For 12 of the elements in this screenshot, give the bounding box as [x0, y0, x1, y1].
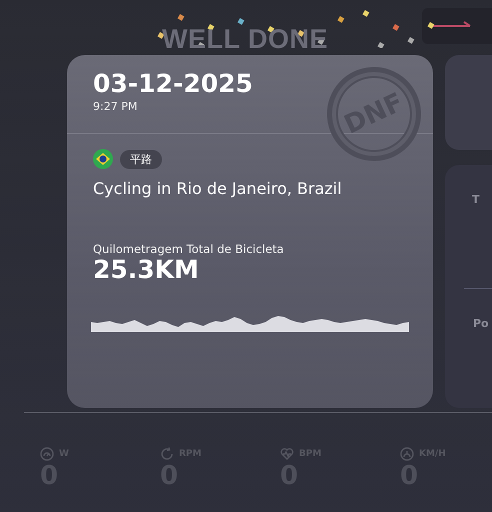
terrain-tag: 平路 [120, 150, 162, 168]
activity-title: Cycling in Rio de Janeiro, Brazil [93, 179, 343, 198]
distance-label: Quilometragem Total de Bicicleta [93, 242, 285, 256]
panel-text: Po [473, 317, 490, 330]
circular-arrow-icon [160, 447, 174, 461]
panel-text: T [472, 193, 481, 206]
flag-icon [93, 149, 113, 169]
distance-value: 25.3KM [93, 256, 200, 284]
heart-icon [280, 447, 294, 461]
gauge-icon [400, 447, 414, 461]
gauge-icon [40, 447, 54, 461]
activity-date: 03-12-2025 [93, 69, 254, 99]
